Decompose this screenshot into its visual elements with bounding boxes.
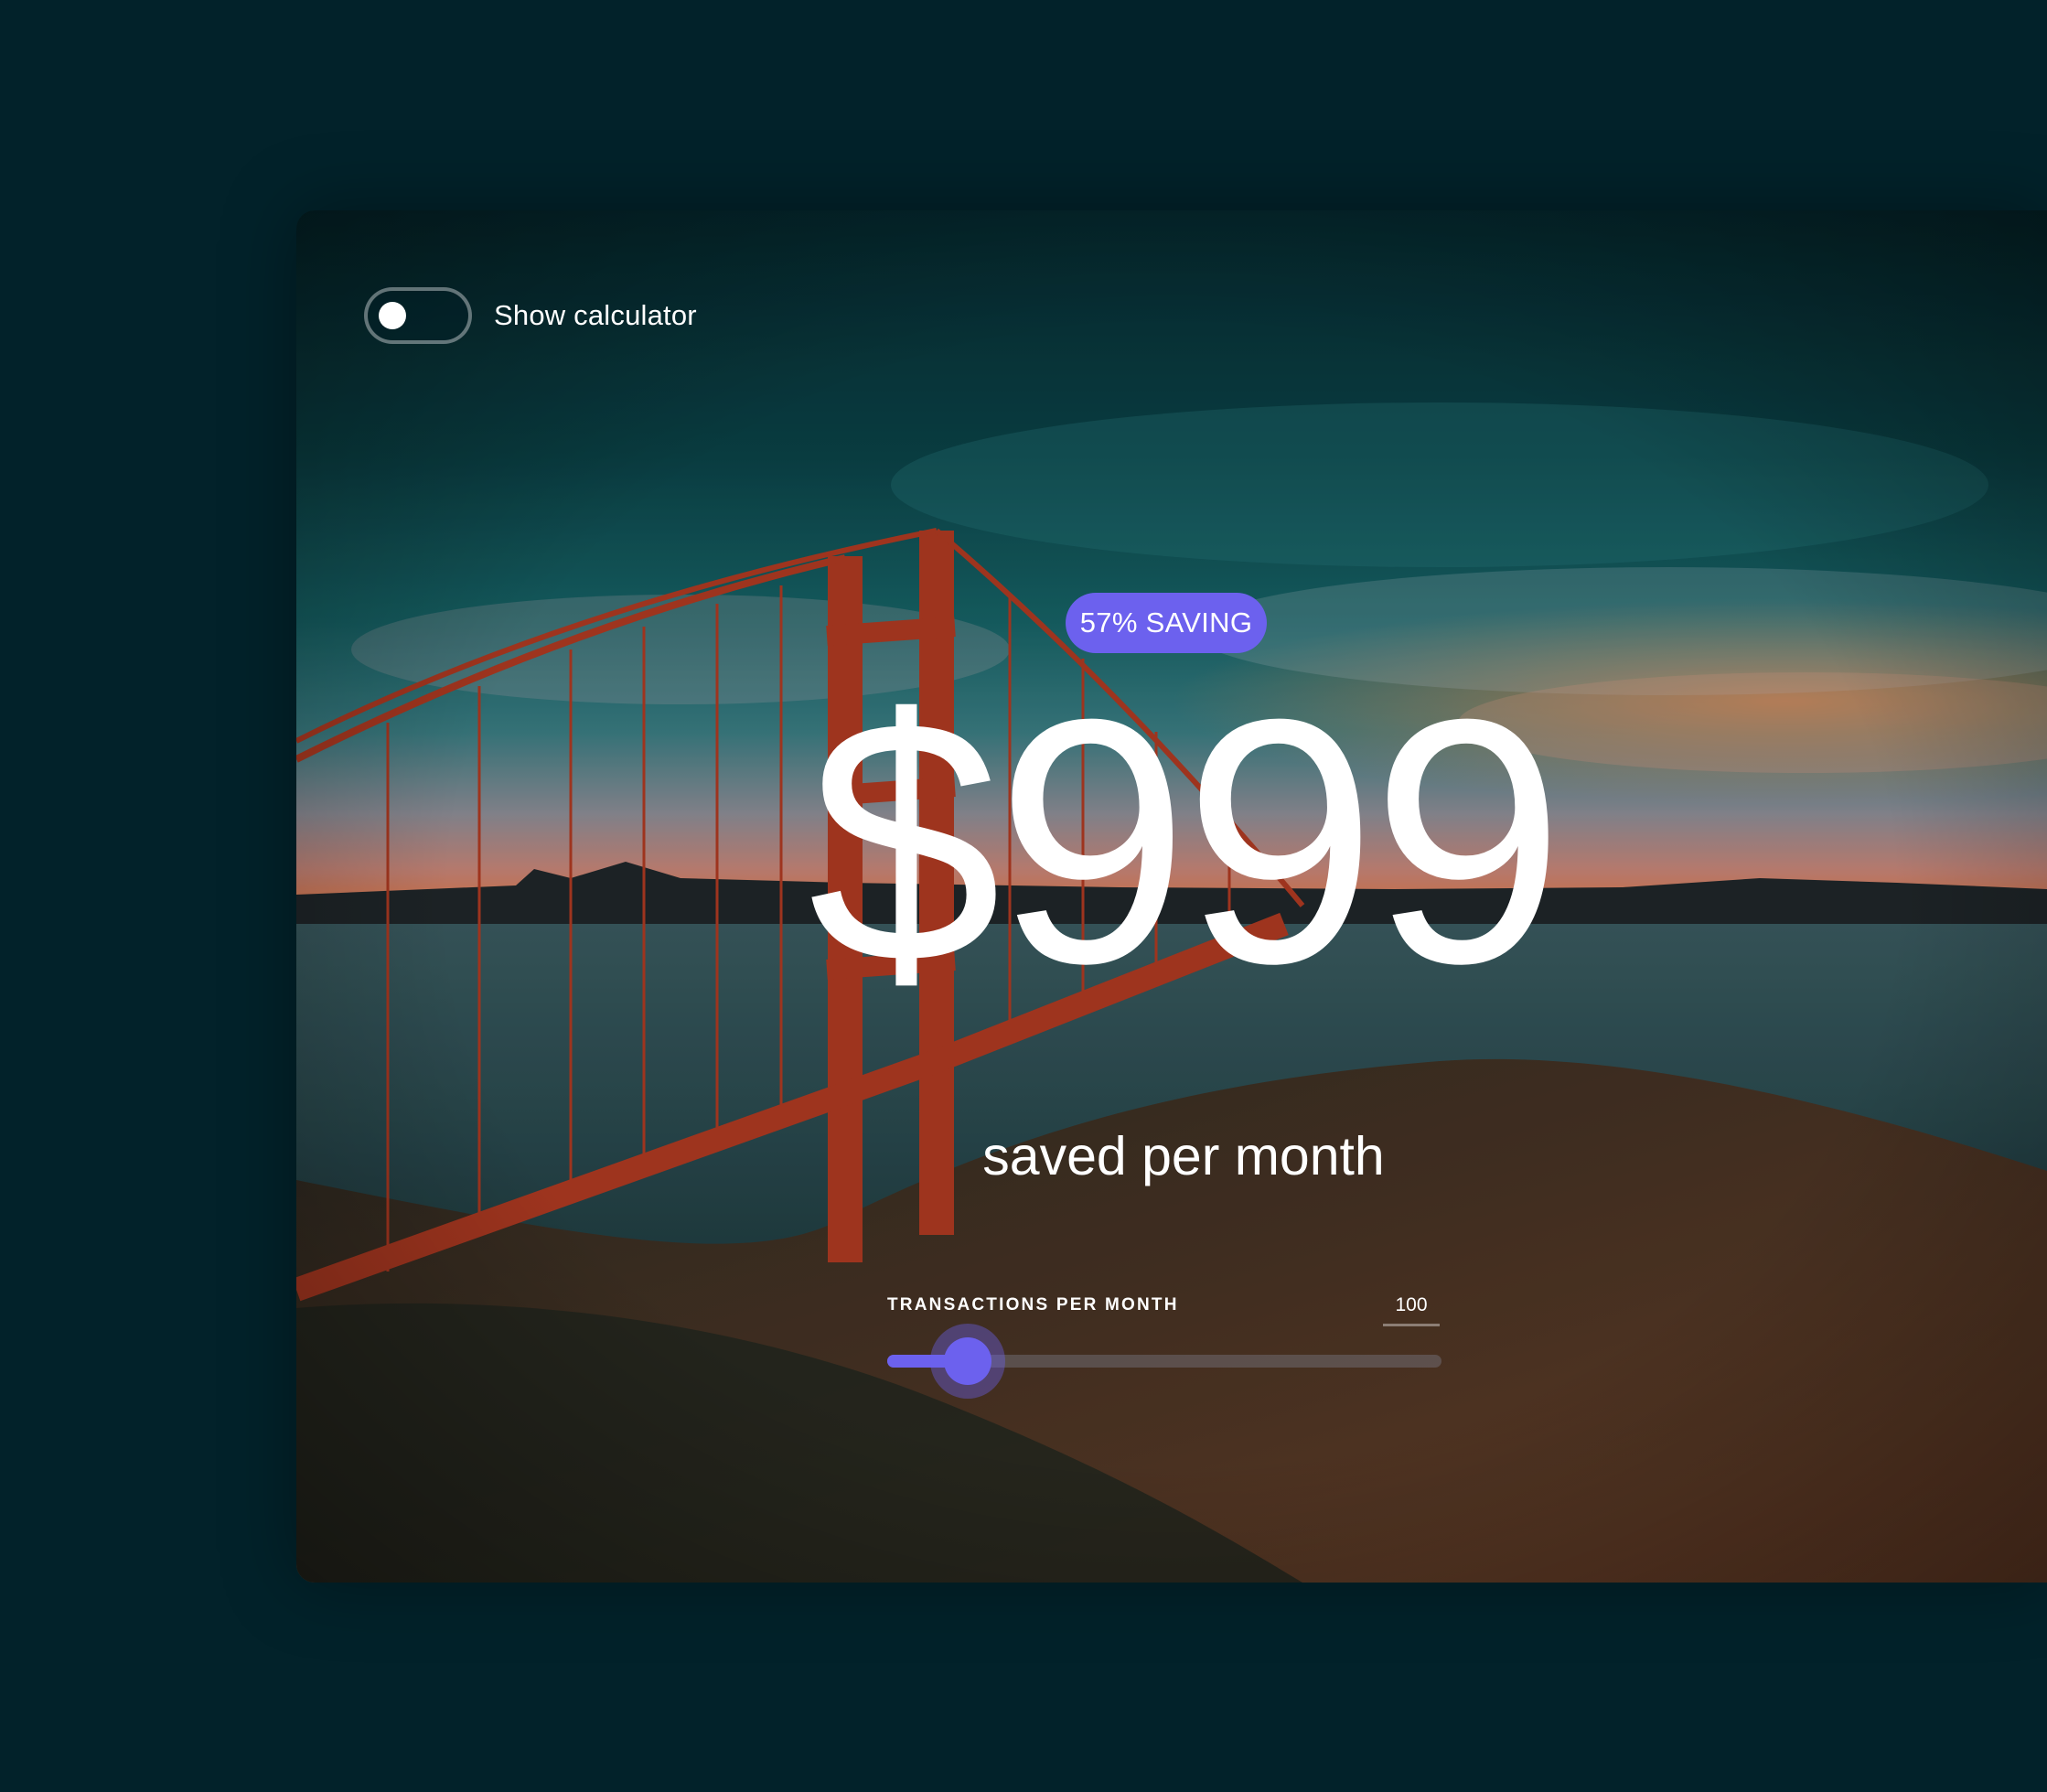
slider-value-display: 100: [1383, 1294, 1440, 1326]
show-calculator-toggle[interactable]: [364, 287, 472, 344]
transactions-slider-track[interactable]: [887, 1324, 1441, 1399]
savings-caption: saved per month: [982, 1126, 1385, 1186]
savings-card: Show calculator 57% SAVING $999 saved pe…: [296, 210, 2047, 1583]
saving-percentage-badge: 57% SAVING: [1066, 593, 1267, 653]
toggle-label: Show calculator: [494, 299, 697, 331]
show-calculator-toggle-row[interactable]: Show calculator: [364, 287, 697, 344]
slider-thumb[interactable]: [944, 1337, 991, 1385]
slider-label: TRANSACTIONS PER MONTH: [887, 1295, 1179, 1314]
page: Show calculator 57% SAVING $999 saved pe…: [0, 0, 2047, 1792]
savings-amount: $999: [808, 647, 1564, 1035]
toggle-knob: [379, 302, 406, 329]
